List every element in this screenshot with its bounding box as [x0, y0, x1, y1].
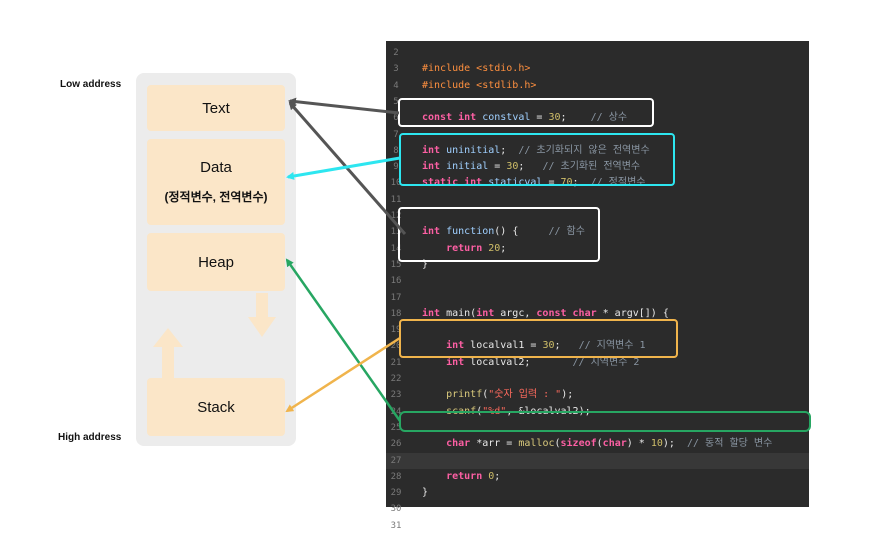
stack-growth-arrow [153, 328, 183, 378]
const-to-text-arrow [288, 97, 400, 115]
global-vars-highlight-box [399, 133, 675, 186]
malloc-highlight-box [399, 411, 811, 432]
heap-growth-arrow [248, 293, 276, 337]
globals-to-data-arrow [286, 156, 401, 180]
constval-highlight-box [398, 98, 654, 127]
local-vars-highlight-box [399, 319, 678, 358]
locals-to-stack-arrow [285, 336, 401, 413]
function-highlight-box [398, 207, 600, 262]
function-to-text-arrow [288, 101, 407, 235]
malloc-to-heap-arrow [285, 258, 402, 422]
annotation-overlay [153, 97, 811, 432]
